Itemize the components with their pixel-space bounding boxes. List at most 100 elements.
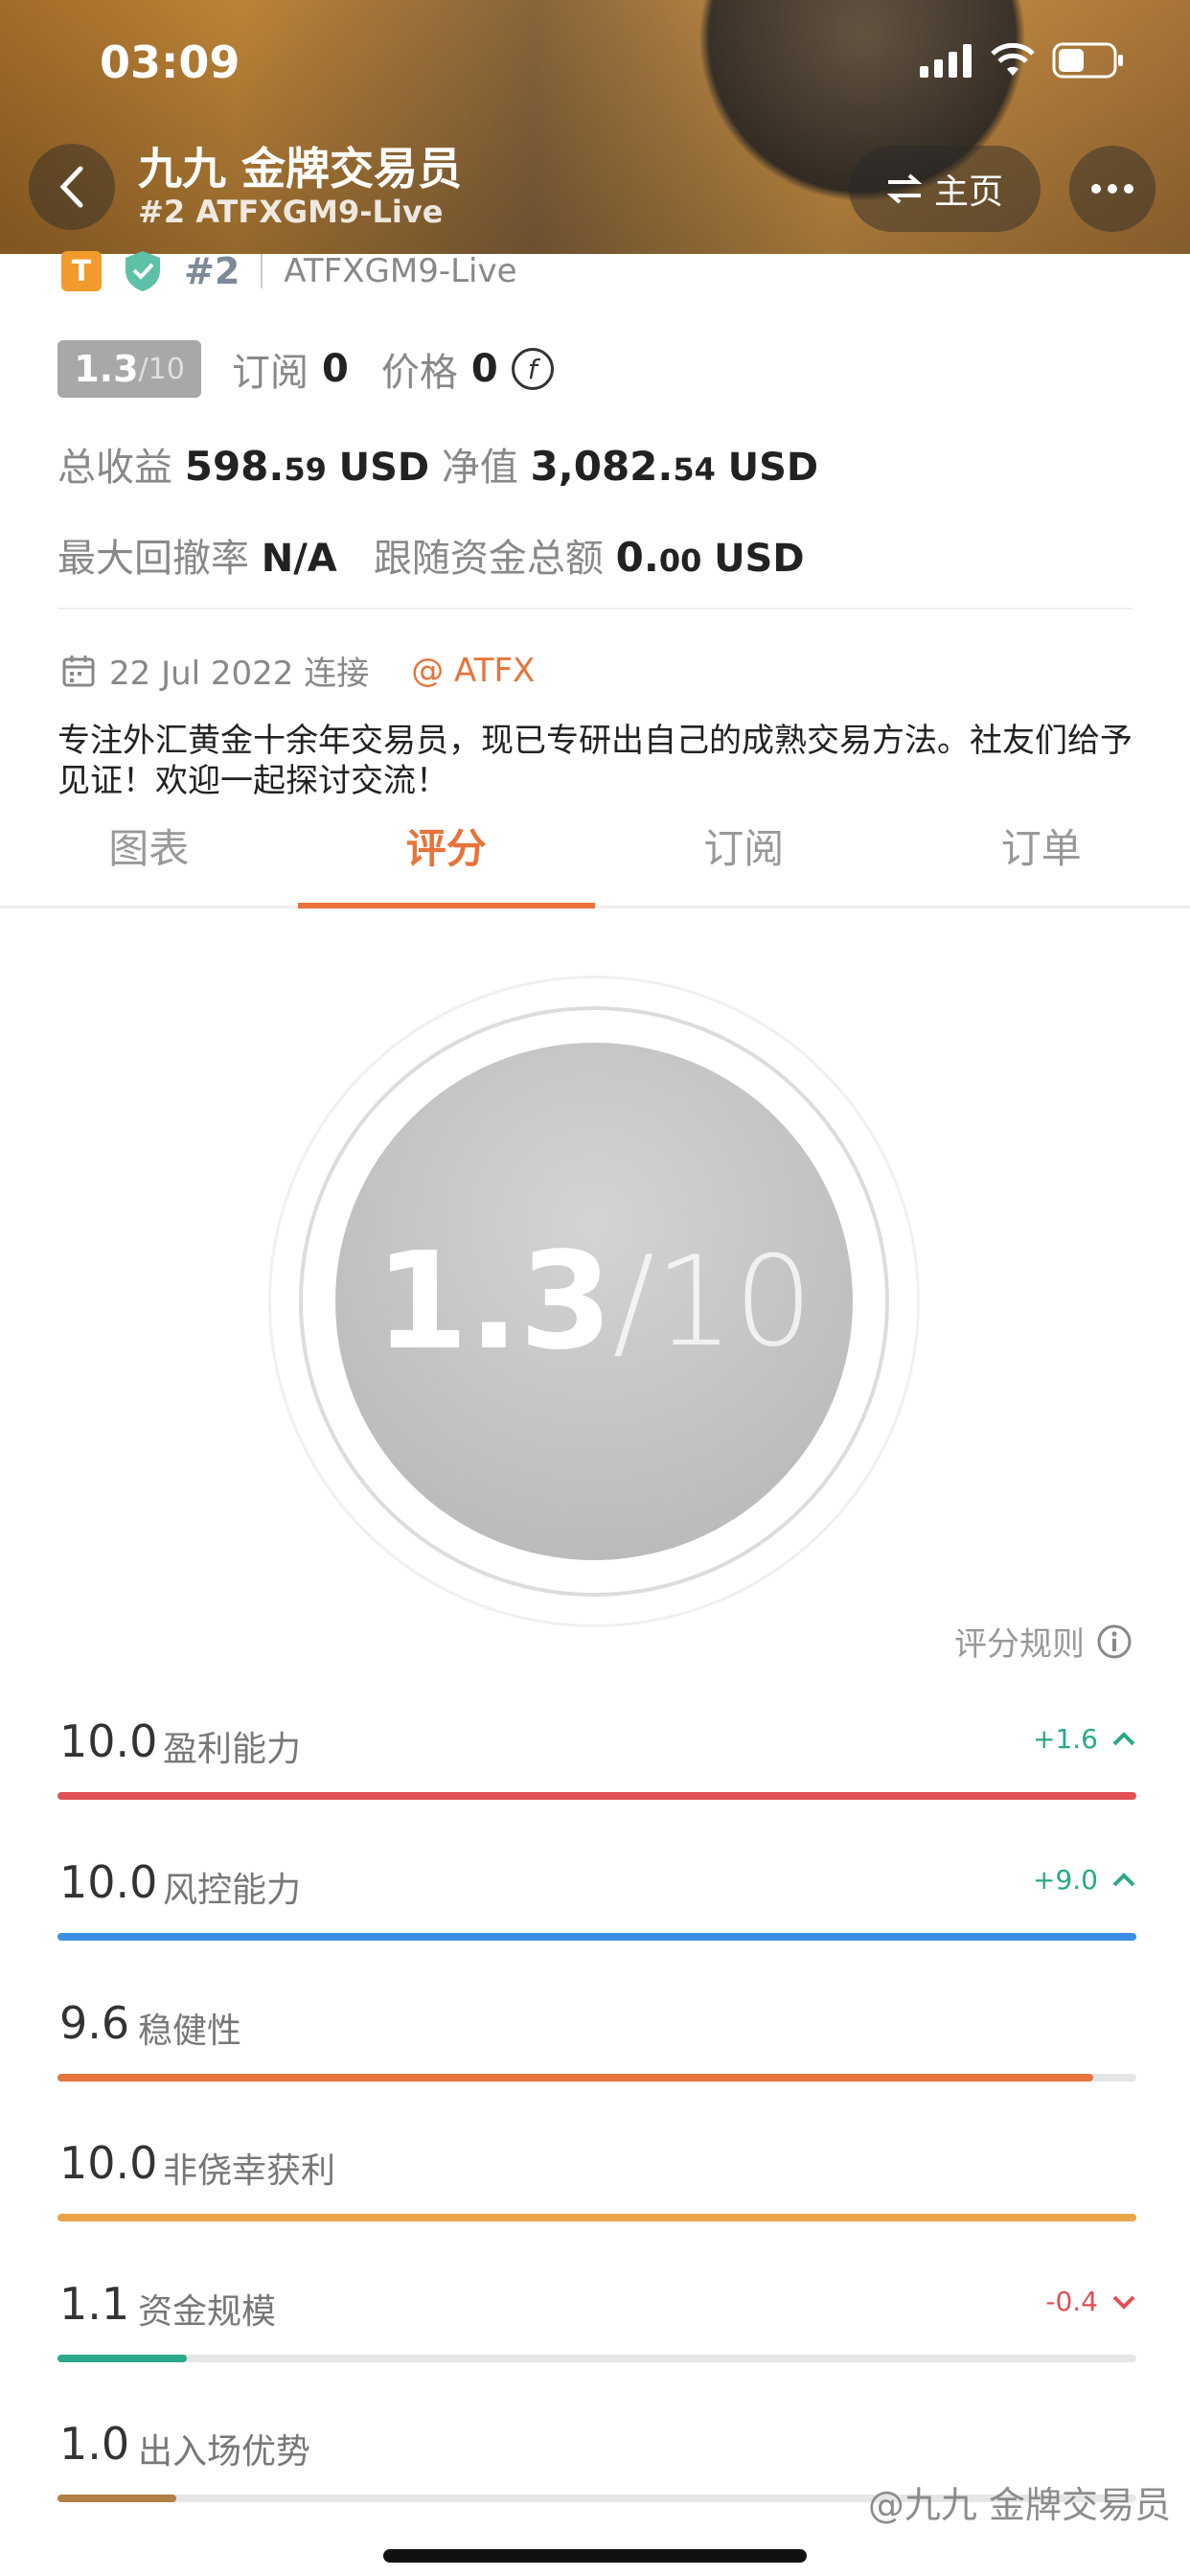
metric-row: 9.6 稳健性 <box>57 1997 1136 2103</box>
score-gauge: 1.3 / 10 <box>335 1043 853 1560</box>
tab-rating[interactable]: 评分 <box>297 815 596 908</box>
coin-icon: f <box>511 348 554 390</box>
rating-rules-link[interactable]: 评分规则 <box>954 1618 1133 1665</box>
rank-label: #2 <box>184 250 240 292</box>
metric-label: 风控能力 <box>163 1871 302 1910</box>
gauge-score: 1.3 <box>375 1223 613 1380</box>
subscribe-label: 订阅 <box>232 351 309 395</box>
metric-row: 10.0 非侥幸获利 <box>57 2137 1136 2242</box>
rating-rules-label: 评分规则 <box>954 1625 1085 1664</box>
metric-delta: +9.0 <box>1033 1864 1136 1896</box>
metric-value: 1.1 <box>59 2278 130 2330</box>
total-profit-int: 598. <box>184 443 285 490</box>
drawdown-row: 最大回撤率 N/A 跟随资金总额 0.00 USD <box>57 527 805 583</box>
metric-row: 10.0 风控能力 +9.0 <box>57 1856 1136 1962</box>
metric-delta-value: +9.0 <box>1033 1864 1098 1896</box>
connect-date: 22 Jul 2022 连接 <box>109 655 370 693</box>
trader-badge: T <box>61 251 102 291</box>
total-profit-label: 总收益 <box>57 446 172 490</box>
score-chip: 1.3/10 <box>57 340 201 398</box>
metric-value: 9.6 <box>59 1997 130 2049</box>
metric-track <box>57 2214 1136 2221</box>
chevron-up-icon <box>1112 1872 1135 1886</box>
metric-fill <box>57 2214 1136 2221</box>
follow-int: 0. <box>615 534 659 581</box>
follow-unit: USD <box>714 537 805 581</box>
signal-icon <box>920 44 972 78</box>
metric-track <box>57 1792 1136 1800</box>
price-value: 0 <box>470 347 498 391</box>
subscribe-value: 0 <box>322 347 349 391</box>
chevron-down-icon <box>1112 2295 1135 2310</box>
wifi-icon <box>991 43 1035 76</box>
divider <box>57 608 1133 610</box>
net-value-int: 3,082. <box>530 443 674 490</box>
trader-bio: 专注外汇黄金十余年交易员，现已专研出自己的成熟交易方法。社友们给予见证！欢迎一起… <box>57 722 1133 800</box>
status-time: 03:09 <box>100 36 240 88</box>
metric-label: 稳健性 <box>138 2012 242 2051</box>
metric-track <box>57 2074 1136 2082</box>
follow-dec: 00 <box>658 542 702 579</box>
broker-link[interactable]: @ ATFX <box>411 652 535 690</box>
back-button[interactable] <box>29 144 115 230</box>
more-icon <box>1091 184 1133 194</box>
price-label: 价格 <box>380 351 458 395</box>
metric-delta-value: -0.4 <box>1045 2286 1098 2317</box>
net-value-unit: USD <box>727 446 819 490</box>
score-chip-value: 1.3 <box>74 348 139 390</box>
drawdown-value: N/A <box>261 537 337 581</box>
tab-orders[interactable]: 订单 <box>893 815 1190 906</box>
metric-track <box>57 1933 1136 1941</box>
score-row: 1.3/10 订阅 0 价格 0 f <box>57 340 554 398</box>
more-button[interactable] <box>1069 146 1156 232</box>
gauge-slash: / <box>612 1229 655 1374</box>
account-label: ATFXGM9-Live <box>284 252 517 290</box>
header-title: 九九 金牌交易员 <box>138 143 463 195</box>
metric-value: 10.0 <box>59 2137 158 2189</box>
metric-value: 10.0 <box>59 1856 158 1908</box>
metric-label: 非侥幸获利 <box>163 2151 336 2191</box>
battery-icon <box>1052 42 1123 79</box>
metric-label: 盈利能力 <box>163 1730 302 1769</box>
score-chip-max: /10 <box>138 352 185 386</box>
metric-fill <box>57 2495 176 2502</box>
metric-value: 1.0 <box>59 2418 130 2470</box>
profit-row: 总收益 598.59 USD 净值 3,082.54 USD <box>57 436 818 492</box>
metric-delta: +1.6 <box>1033 1723 1136 1755</box>
verified-shield-icon <box>126 251 160 291</box>
tab-chart[interactable]: 图表 <box>0 815 298 906</box>
home-button[interactable]: 主页 <box>849 146 1041 232</box>
watermark: @九九 金牌交易员 <box>867 2484 1171 2526</box>
status-icons <box>920 42 1125 79</box>
chevron-left-icon <box>59 166 83 208</box>
home-button-label: 主页 <box>933 172 1003 212</box>
metric-fill <box>57 1933 1136 1941</box>
total-profit-dec: 59 <box>284 451 327 488</box>
metric-row: 10.0 盈利能力 +1.6 <box>57 1715 1136 1821</box>
follow-label: 跟随资金总额 <box>373 537 604 581</box>
drawdown-label: 最大回撤率 <box>57 537 249 581</box>
net-value-label: 净值 <box>441 446 518 490</box>
tab-bar: 图表 评分 订阅 订单 <box>0 815 1190 908</box>
badge-row: T #2 ATFXGM9-Live <box>61 249 517 293</box>
metric-label: 资金规模 <box>138 2292 277 2332</box>
metric-delta-value: +1.6 <box>1033 1723 1098 1755</box>
metric-label: 出入场优势 <box>138 2432 311 2472</box>
metric-delta: -0.4 <box>1045 2286 1136 2317</box>
chevron-up-icon <box>1112 1731 1135 1745</box>
metric-fill <box>57 2074 1093 2082</box>
divider <box>261 254 263 288</box>
date-row: 22 Jul 2022 连接 @ ATFX <box>61 647 535 694</box>
total-profit-unit: USD <box>338 446 430 490</box>
swap-icon <box>886 173 923 204</box>
header-subtitle: #2 ATFXGM9-Live <box>138 194 444 230</box>
info-icon <box>1097 1624 1132 1658</box>
metric-fill <box>57 2355 188 2362</box>
gauge-max: 10 <box>654 1229 813 1374</box>
tab-subscribe[interactable]: 订阅 <box>595 815 893 906</box>
metric-value: 10.0 <box>59 1715 158 1767</box>
home-indicator[interactable] <box>383 2549 807 2563</box>
metric-track <box>57 2355 1136 2362</box>
metric-row: 1.1 资金规模 -0.4 <box>57 2278 1136 2383</box>
metric-fill <box>57 1792 1136 1800</box>
